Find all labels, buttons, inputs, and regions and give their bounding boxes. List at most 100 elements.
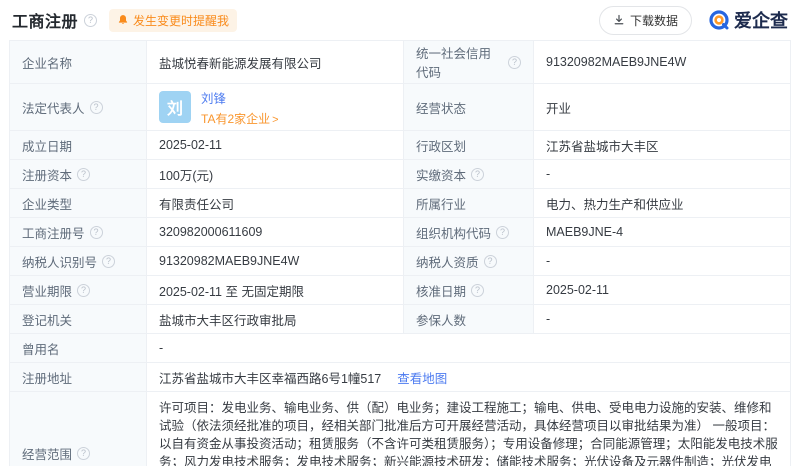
help-icon[interactable]: ? <box>77 167 91 181</box>
row-label-text: 企业名称 <box>22 56 73 71</box>
row-label-text: 实缴资本 <box>416 168 467 183</box>
header-actions: 下载数据 爱企查 <box>598 5 788 35</box>
row-label-text: 营业期限 <box>22 284 73 299</box>
row-label: 经营状态 <box>404 84 534 130</box>
table-row: 企业名称 盐城悦春新能源发展有限公司 统一社会信用代码? 91320982MAEB9J… <box>10 41 790 84</box>
row-label-text: 工商注册号 <box>22 226 85 241</box>
row-value: 有限责任公司 <box>147 189 404 217</box>
row-value: - <box>159 341 164 355</box>
row-label-text: 经营范围 <box>22 447 73 462</box>
bell-icon <box>118 15 128 25</box>
brand-logo[interactable]: 爱企查 <box>708 7 788 33</box>
row-label-text: 登记机关 <box>22 313 73 328</box>
row-label: 组织机构代码? <box>404 218 534 246</box>
row-label: 曾用名 <box>10 334 147 362</box>
page-title: 工商注册 <box>12 14 79 31</box>
row-value: 电力、热力生产和供应业 <box>546 197 684 212</box>
row-label-text: 注册地址 <box>22 371 73 386</box>
view-map-link[interactable]: 查看地图 <box>397 368 447 387</box>
row-label: 成立日期 <box>10 131 147 159</box>
panel-header: 工商注册 ? 发生变更时提醒我 下载数据 爱企查 <box>9 0 791 40</box>
row-value: 91320982MAEB9JNE4W <box>546 55 687 69</box>
legal-rep-name-link[interactable]: 刘锋 <box>201 88 279 107</box>
table-row: 注册资本? 100万(元) 实缴资本? - <box>10 160 790 189</box>
row-label: 注册地址 <box>10 363 147 391</box>
row-value: 许可项目：发电业务、输电业务、供（配）电业务；建设工程施工；输电、供电、受电电力… <box>159 401 778 466</box>
notify-label: 发生变更时提醒我 <box>133 13 230 28</box>
download-button[interactable]: 下载数据 <box>598 5 692 35</box>
row-label: 登记机关 <box>10 305 147 333</box>
business-registration-panel: 工商注册 ? 发生变更时提醒我 下载数据 爱企查 企业名称 盐城悦春新能源发展有… <box>0 0 800 466</box>
table-row: 注册地址 江苏省盐城市大丰区幸福西路6号1幢517 查看地图 <box>10 363 790 392</box>
row-label-text: 曾用名 <box>22 342 60 357</box>
row-label-text: 组织机构代码 <box>416 226 492 241</box>
row-label-text: 经营状态 <box>416 101 467 116</box>
row-label: 经营范围? <box>10 392 147 466</box>
legal-rep-cell: 刘刘锋 TA有2家企业 > <box>147 84 404 130</box>
table-row: 企业类型 有限责任公司 所属行业 电力、热力生产和供应业 <box>10 189 790 218</box>
row-label: 法定代表人? <box>10 84 147 130</box>
row-value: 2025-02-11 <box>147 131 404 159</box>
table-row: 登记机关 盐城市大丰区行政审批局 参保人数 - <box>10 305 790 334</box>
help-icon[interactable]: ? <box>483 254 497 268</box>
row-label: 营业期限? <box>10 276 147 304</box>
help-icon[interactable]: ? <box>102 254 116 268</box>
row-label-text: 企业类型 <box>22 197 73 212</box>
row-value: - <box>546 254 551 268</box>
row-value: 江苏省盐城市大丰区 <box>546 139 659 154</box>
help-icon[interactable]: ? <box>471 167 485 181</box>
table-row: 营业期限? 2025-02-11 至 无固定期限 核准日期? 2025-02-11 <box>10 276 790 305</box>
row-label: 行政区划 <box>404 131 534 159</box>
legal-rep-avatar[interactable]: 刘 <box>159 91 191 123</box>
table-row: 工商注册号? 320982000611609 组织机构代码? MAEB9JNE-4 <box>10 218 790 247</box>
row-value: 91320982MAEB9JNE4W <box>147 247 404 275</box>
row-label-text: 参保人数 <box>416 313 467 328</box>
help-icon[interactable]: ? <box>496 225 510 239</box>
row-label: 企业名称 <box>10 41 147 83</box>
table-row: 曾用名 - <box>10 334 790 363</box>
brand-logo-icon <box>709 10 729 30</box>
help-icon[interactable]: ? <box>89 100 103 114</box>
row-label: 纳税人资质? <box>404 247 534 275</box>
row-label: 核准日期? <box>404 276 534 304</box>
row-label: 实缴资本? <box>404 160 534 188</box>
row-label: 纳税人识别号? <box>10 247 147 275</box>
row-label: 统一社会信用代码? <box>404 41 534 83</box>
row-label-text: 纳税人识别号 <box>22 255 98 270</box>
help-icon[interactable]: ? <box>89 225 103 239</box>
row-label-text: 纳税人资质 <box>416 255 479 270</box>
notify-badge[interactable]: 发生变更时提醒我 <box>109 8 238 32</box>
row-value: 100万(元) <box>147 160 404 188</box>
legal-rep-companies-link[interactable]: TA有2家企业 > <box>201 110 279 127</box>
title-help-icon[interactable]: ? <box>84 13 98 27</box>
legal-rep-info: 刘锋 TA有2家企业 > <box>201 88 279 127</box>
download-label: 下载数据 <box>629 13 678 28</box>
table-row: 法定代表人? 刘刘锋 TA有2家企业 > 经营状态 开业 <box>10 84 790 131</box>
row-label-text: 注册资本 <box>22 168 73 183</box>
table-row: 成立日期 2025-02-11 行政区划 江苏省盐城市大丰区 <box>10 131 790 160</box>
help-icon[interactable]: ? <box>77 446 91 460</box>
brand-name: 爱企查 <box>734 11 788 31</box>
row-value: - <box>546 167 551 181</box>
row-label: 工商注册号? <box>10 218 147 246</box>
row-label-text: 所属行业 <box>416 197 467 212</box>
row-value: 开业 <box>546 101 572 116</box>
address-text: 江苏省盐城市大丰区幸福西路6号1幢517 <box>159 371 382 386</box>
info-table: 企业名称 盐城悦春新能源发展有限公司 统一社会信用代码? 91320982MAEB9J… <box>9 40 791 466</box>
row-label: 企业类型 <box>10 189 147 217</box>
row-value: 2025-02-11 <box>546 283 610 297</box>
row-value: 盐城市大丰区行政审批局 <box>147 305 404 333</box>
row-label: 参保人数 <box>404 305 534 333</box>
row-label-text: 法定代表人 <box>22 101 85 116</box>
row-label-text: 成立日期 <box>22 139 73 154</box>
help-icon[interactable]: ? <box>471 283 485 297</box>
help-icon[interactable]: ? <box>77 283 91 297</box>
help-icon[interactable]: ? <box>508 55 521 69</box>
download-icon <box>614 14 624 25</box>
row-value: 江苏省盐城市大丰区幸福西路6号1幢517 查看地图 <box>147 363 790 391</box>
row-value: 320982000611609 <box>147 218 404 246</box>
chevron-right-icon: > <box>272 113 279 126</box>
row-value: 2025-02-11 至 无固定期限 <box>147 276 404 304</box>
row-value: MAEB9JNE-4 <box>546 225 624 239</box>
table-row: 纳税人识别号? 91320982MAEB9JNE4W 纳税人资质? - <box>10 247 790 276</box>
